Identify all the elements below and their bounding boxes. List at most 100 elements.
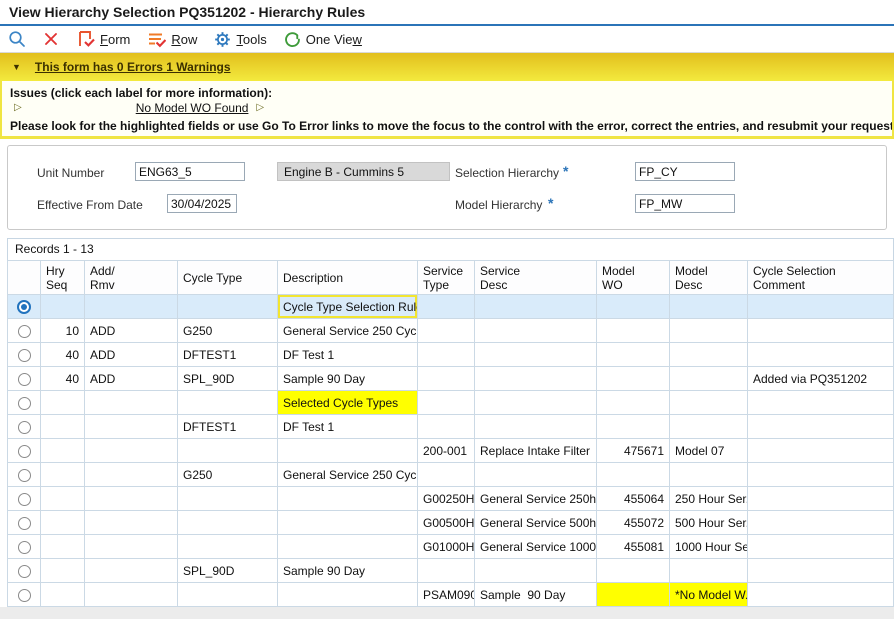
column-header-service_desc[interactable]: Service Desc (475, 261, 597, 295)
cell-add_rmv: ADD (85, 367, 178, 391)
cell-cycle_type (178, 511, 278, 535)
radio-icon[interactable] (18, 517, 31, 530)
radio-icon[interactable] (18, 445, 31, 458)
effective-from-date-label: Effective From Date (37, 198, 143, 212)
cell-model_wo: 455064 (597, 487, 670, 511)
column-header-hry_seq[interactable]: Hry Seq (41, 261, 85, 295)
cell-cycle_type: SPL_90D (178, 559, 278, 583)
cell-description: Sample 90 Day (278, 367, 418, 391)
row-select-radio[interactable] (8, 319, 41, 343)
cell-comment (748, 511, 894, 535)
toolbar-button-find[interactable] (8, 30, 26, 48)
cell-description: Cycle Type Selection Rules (278, 295, 418, 319)
cell-model_wo (597, 559, 670, 583)
cell-model_desc: 1000 Hour Se... (670, 535, 748, 559)
cell-add_rmv (85, 487, 178, 511)
radio-icon[interactable] (18, 349, 31, 362)
radio-icon[interactable] (18, 589, 31, 602)
unit-number-input[interactable] (135, 162, 245, 181)
form-exit-icon (76, 30, 95, 48)
toolbar-button-close[interactable] (43, 31, 59, 47)
column-header-service_type[interactable]: Service Type (418, 261, 475, 295)
row-select-radio[interactable] (8, 295, 41, 319)
cell-description: General Service 250 Cycle (278, 463, 418, 487)
warning-banner: ▼ This form has 0 Errors 1 Warnings (0, 53, 894, 81)
radio-icon[interactable] (18, 469, 31, 482)
issue-link[interactable]: No Model WO Found (136, 101, 249, 115)
column-header-comment[interactable]: Cycle Selection Comment (748, 261, 894, 295)
cell-description (278, 535, 418, 559)
cell-model_wo: 475671 (597, 439, 670, 463)
radio-icon[interactable] (18, 565, 31, 578)
cell-model_desc (670, 415, 748, 439)
records-count: Records 1 - 13 (7, 238, 894, 260)
cell-description (278, 487, 418, 511)
row-select-radio[interactable] (8, 535, 41, 559)
issue-expand-right-icon[interactable]: ▷ (256, 102, 264, 114)
cell-service_desc: General Service 1000hr (475, 535, 597, 559)
cell-add_rmv (85, 391, 178, 415)
row-select-radio[interactable] (8, 583, 41, 607)
row-select-radio[interactable] (8, 511, 41, 535)
cell-model_desc: 500 Hour Ser... (670, 511, 748, 535)
cell-service_type (418, 367, 475, 391)
cell-add_rmv (85, 511, 178, 535)
row-select-radio[interactable] (8, 487, 41, 511)
cell-add_rmv (85, 583, 178, 607)
cell-cycle_type: G250 (178, 463, 278, 487)
cell-cycle_type: DFTEST1 (178, 343, 278, 367)
radio-icon[interactable] (18, 373, 31, 386)
column-header-model_wo[interactable]: Model WO (597, 261, 670, 295)
app-window: View Hierarchy Selection PQ351202 - Hier… (0, 0, 894, 619)
radio-icon[interactable] (18, 421, 31, 434)
row-select-radio[interactable] (8, 559, 41, 583)
cell-hry_seq (41, 439, 85, 463)
cell-service_type: 200-001 (418, 439, 475, 463)
selection-hierarchy-input[interactable] (635, 162, 735, 181)
cell-hry_seq (41, 295, 85, 319)
cell-comment (748, 391, 894, 415)
row-select-radio[interactable] (8, 391, 41, 415)
row-select-radio[interactable] (8, 343, 41, 367)
cell-comment (748, 439, 894, 463)
radio-icon[interactable] (18, 541, 31, 554)
radio-icon[interactable] (18, 325, 31, 338)
toolbar: Form Row Tools One View (0, 26, 894, 53)
radio-selected-icon[interactable] (17, 300, 31, 314)
unit-number-label: Unit Number (37, 166, 104, 180)
toolbar-button-tools[interactable]: Tools (214, 31, 266, 48)
one-view-icon (284, 31, 301, 48)
radio-icon[interactable] (18, 493, 31, 506)
cell-description: Sample 90 Day (278, 559, 418, 583)
toolbar-button-form[interactable]: Form (76, 30, 130, 48)
row-select-radio[interactable] (8, 367, 41, 391)
row-select-radio[interactable] (8, 463, 41, 487)
toolbar-button-one-view[interactable]: One View (284, 31, 362, 48)
form-panel: Unit Number Engine B - Cummins 5 Selecti… (7, 145, 887, 230)
column-header-description[interactable]: Description (278, 261, 418, 295)
column-header-model_desc[interactable]: Model Desc (670, 261, 748, 295)
cell-model_desc: Model 07 (670, 439, 748, 463)
table-row: Selected Cycle Types (8, 391, 894, 415)
toolbar-label-one-view: One View (306, 32, 362, 47)
effective-from-date-input[interactable] (167, 194, 237, 213)
column-header-cycle_type[interactable]: Cycle Type (178, 261, 278, 295)
cell-service_desc: Replace Intake Filter (475, 439, 597, 463)
row-select-radio[interactable] (8, 415, 41, 439)
table-row: 10ADDG250General Service 250 Cycle (8, 319, 894, 343)
issues-panel: Issues (click each label for more inform… (0, 81, 894, 139)
cell-add_rmv: ADD (85, 343, 178, 367)
collapse-triangle-icon[interactable]: ▼ (12, 62, 21, 72)
toolbar-button-row[interactable]: Row (147, 30, 197, 48)
model-hierarchy-input[interactable] (635, 194, 735, 213)
column-header-add_rmv[interactable]: Add/ Rmv (85, 261, 178, 295)
radio-icon[interactable] (18, 397, 31, 410)
cell-model_desc (670, 295, 748, 319)
issue-expand-left-icon[interactable]: ▷ (14, 102, 22, 114)
cell-cycle_type (178, 535, 278, 559)
cell-cycle_type (178, 391, 278, 415)
issues-heading: Issues (click each label for more inform… (10, 86, 884, 100)
row-select-radio[interactable] (8, 439, 41, 463)
cell-service_type: G01000H (418, 535, 475, 559)
warning-summary-link[interactable]: This form has 0 Errors 1 Warnings (35, 60, 231, 74)
